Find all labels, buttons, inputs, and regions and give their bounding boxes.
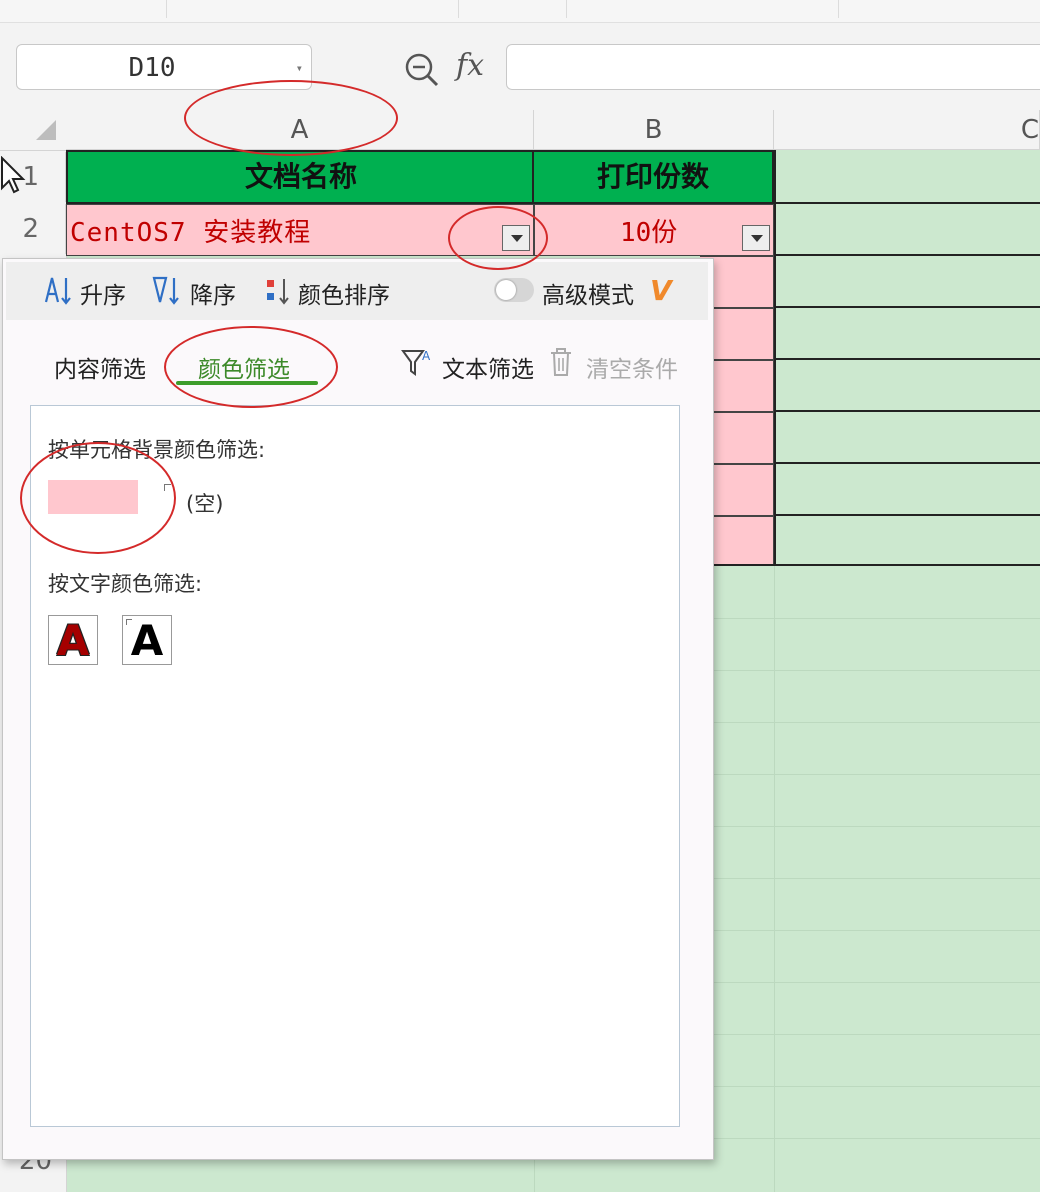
row-border — [774, 462, 1040, 464]
cell-b1[interactable]: 打印份数 — [532, 150, 774, 204]
grid-line — [712, 826, 1040, 827]
font-color-swatch-red[interactable]: A — [48, 615, 98, 665]
fx-icon[interactable]: fx — [456, 48, 484, 83]
row-border — [700, 564, 1040, 566]
vip-icon: V — [650, 274, 672, 307]
cell-b2-text: 10份 — [620, 218, 678, 248]
annotation-ellipse-color-tab — [164, 326, 338, 408]
sort-descending-icon[interactable] — [150, 274, 184, 306]
text-filter-button[interactable]: 文本筛选 — [442, 350, 534, 384]
select-all-corner[interactable] — [0, 110, 67, 151]
row-border — [774, 202, 1040, 204]
toggle-knob — [496, 280, 516, 300]
row-border — [774, 254, 1040, 256]
cell-a1[interactable]: 文档名称 — [66, 150, 536, 204]
grid-line — [712, 930, 1040, 931]
annotation-ellipse-filter-button — [448, 206, 548, 270]
zoom-icon[interactable] — [402, 50, 442, 90]
grid-line — [712, 878, 1040, 879]
ribbon-strip — [0, 0, 1040, 23]
trash-icon[interactable] — [548, 346, 574, 378]
chevron-down-icon[interactable]: ▾ — [296, 61, 303, 75]
ribbon-separator — [458, 0, 459, 18]
column-header-c-label: C — [1020, 115, 1039, 145]
sort-descending-button[interactable]: 降序 — [190, 276, 236, 310]
advanced-mode-label: 高级模式 — [542, 283, 634, 309]
name-box-value: D10 — [128, 53, 176, 83]
cell-a2-text: CentOS7 安装教程 — [70, 218, 312, 248]
clear-conditions-button[interactable]: 清空条件 — [586, 350, 678, 384]
grid-line — [712, 774, 1040, 775]
annotation-ellipse-column-a — [184, 80, 398, 156]
advanced-mode-toggle[interactable] — [494, 278, 534, 302]
grid-line — [712, 1138, 1040, 1139]
row-border — [774, 358, 1040, 360]
svg-text:A: A — [422, 349, 431, 363]
grid-line — [712, 982, 1040, 983]
formula-input[interactable] — [506, 44, 1040, 90]
swatch-marker — [126, 619, 132, 625]
grid-line — [712, 1086, 1040, 1087]
row-border — [774, 306, 1040, 308]
column-header-b[interactable]: B — [534, 110, 774, 150]
ribbon-separator — [838, 0, 839, 18]
grid-line — [712, 722, 1040, 723]
select-all-icon — [36, 120, 56, 140]
ribbon-separator — [566, 0, 567, 18]
row-border — [774, 514, 1040, 516]
bg-color-empty-option[interactable]: (空) — [186, 488, 223, 518]
row-border — [774, 410, 1040, 412]
tab-content-filter[interactable]: 内容筛选 — [54, 350, 146, 384]
mouse-cursor-icon — [0, 156, 26, 194]
color-sort-icon[interactable] — [264, 276, 292, 306]
annotation-ellipse-pink-swatch — [20, 442, 176, 554]
row-header-2[interactable]: 2 — [0, 204, 66, 254]
color-sort-button[interactable]: 颜色排序 — [298, 276, 390, 310]
grid-line — [774, 566, 775, 1192]
sort-ascending-icon[interactable] — [42, 274, 76, 306]
filter-dropdown-b-button[interactable] — [742, 225, 770, 251]
ribbon-separator — [166, 0, 167, 18]
grid-line — [712, 618, 1040, 619]
grid-line — [712, 670, 1040, 671]
text-filter-icon[interactable]: A — [400, 346, 432, 380]
font-color-section-label: 按文字颜色筛选: — [48, 572, 203, 596]
sort-ascending-button[interactable]: 升序 — [80, 276, 126, 310]
column-header-c[interactable]: C — [774, 110, 1040, 150]
grid-line — [712, 1034, 1040, 1035]
